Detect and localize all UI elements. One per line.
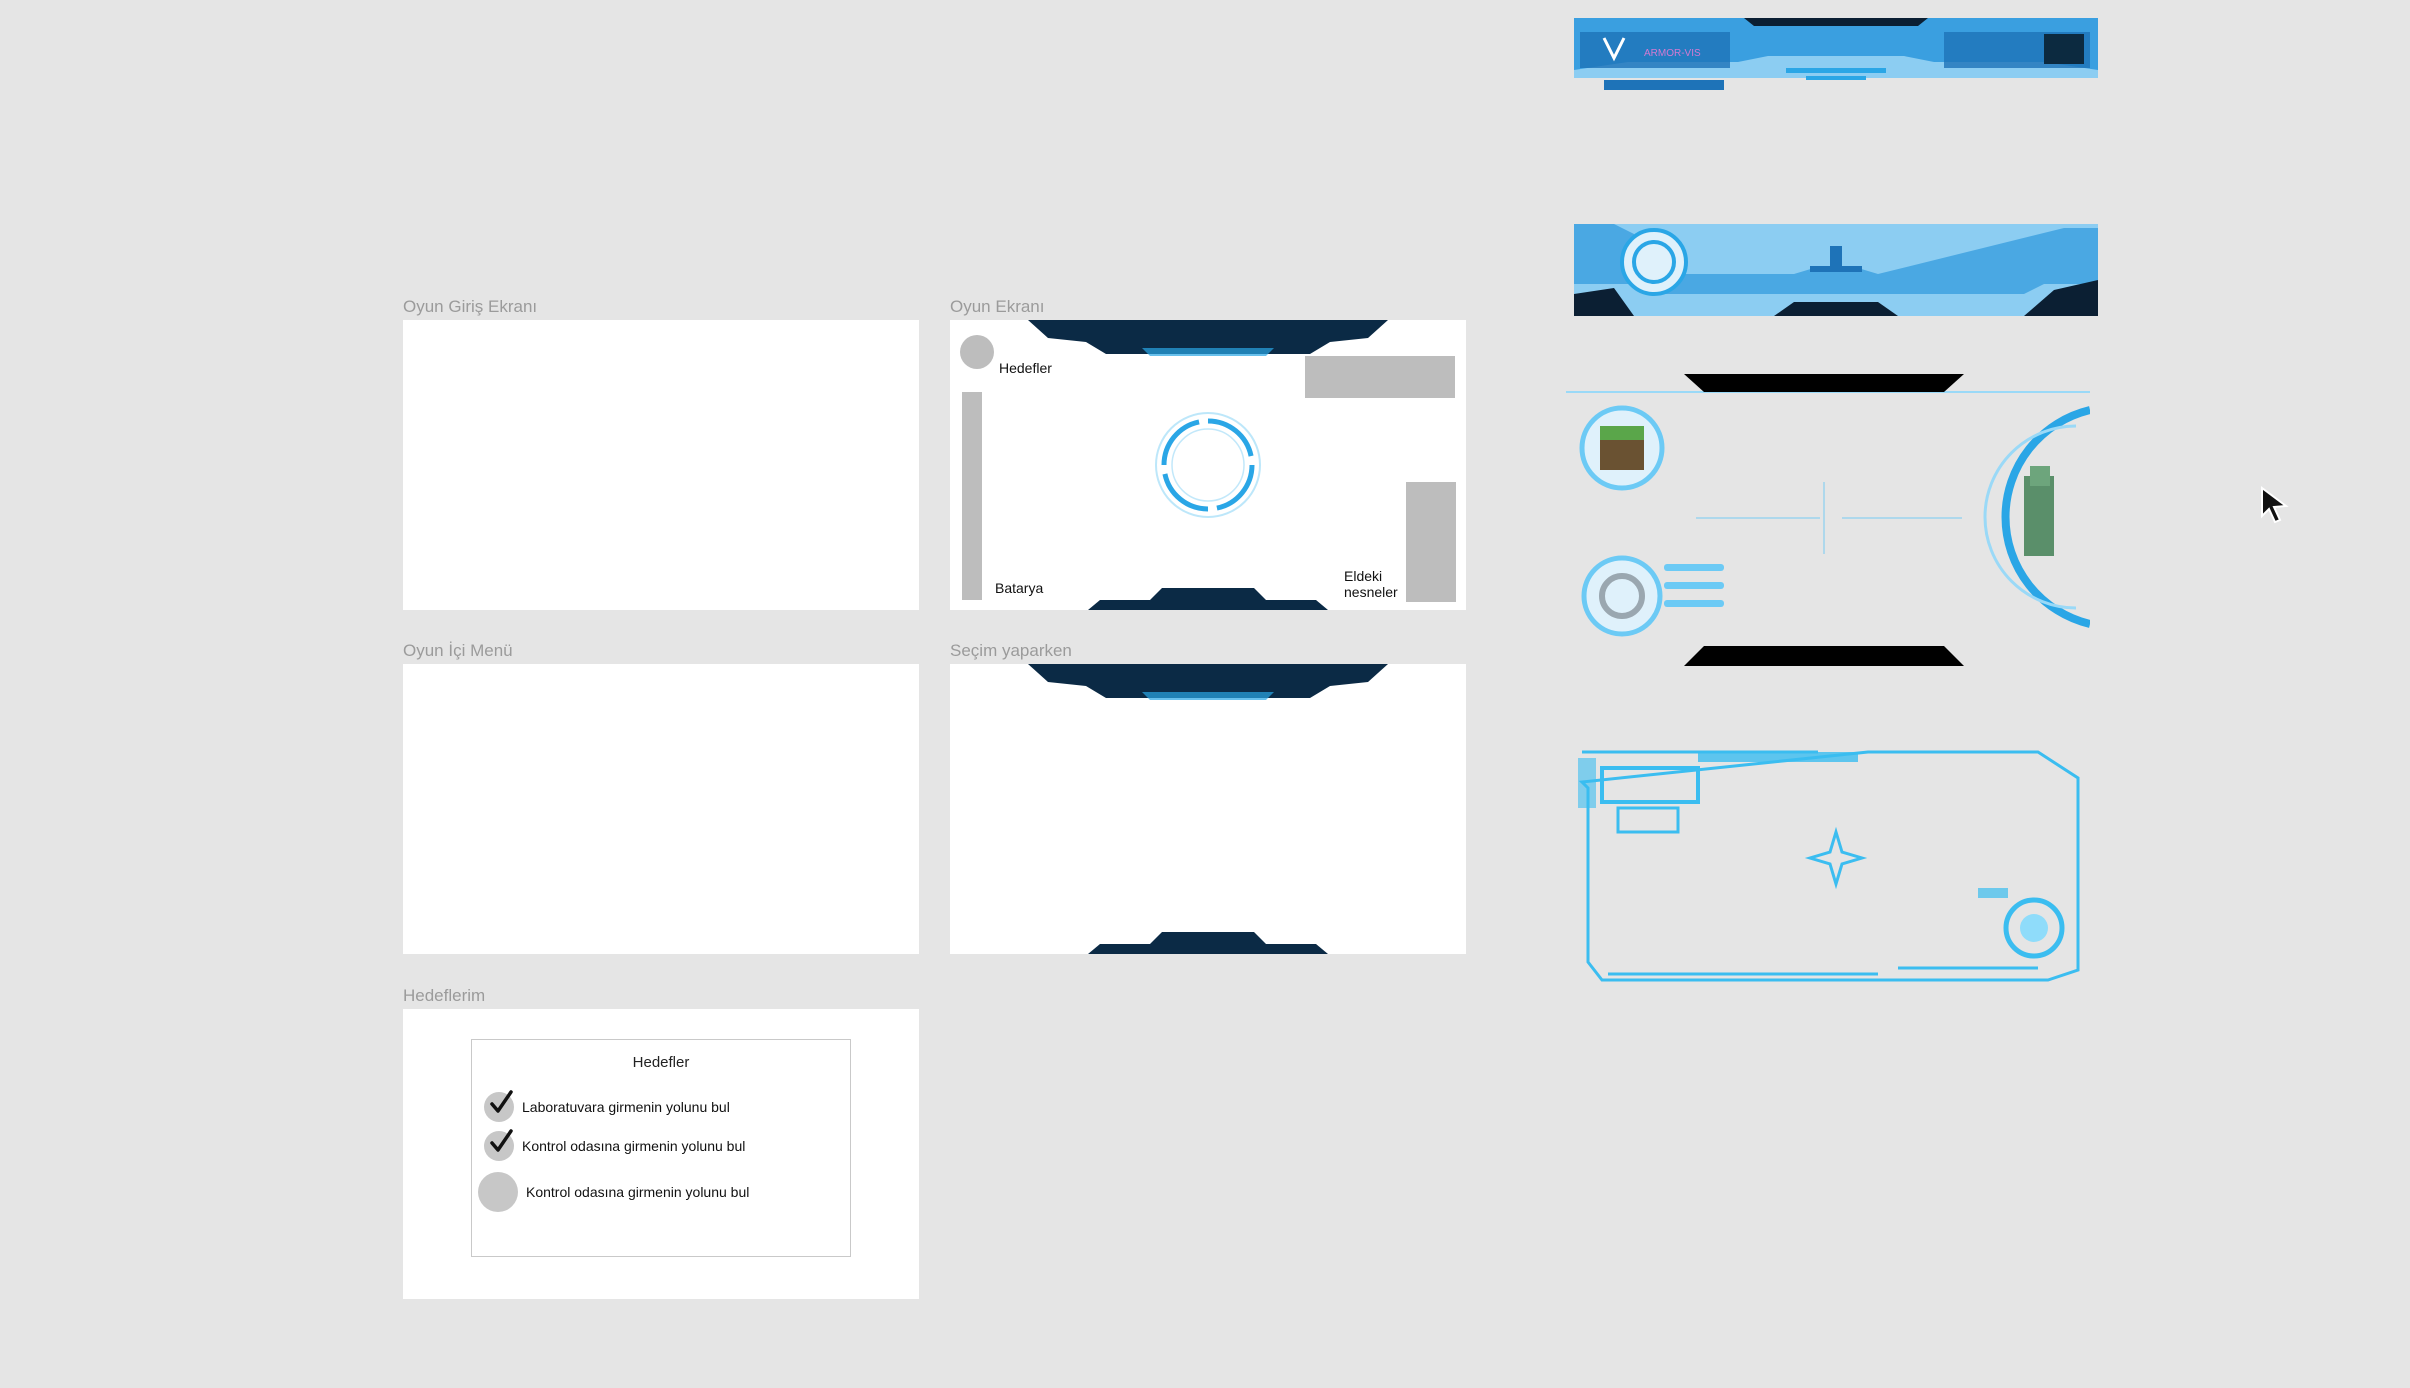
goal-text: Kontrol odasına girmenin yolunu bul <box>526 1184 750 1200</box>
frame-my-goals[interactable]: Hedefler Laboratuvara girmenin yolunu bu… <box>403 1009 919 1299</box>
checkmark-icon <box>484 1090 514 1122</box>
goal-text: Laboratuvara girmenin yolunu bul <box>522 1099 730 1115</box>
goal-item[interactable]: Laboratuvara girmenin yolunu bul <box>484 1090 730 1122</box>
goals-label: Hedefler <box>999 360 1052 376</box>
frame-game-screen[interactable]: Hedefler Batarya Eldeki nesneler <box>950 320 1466 610</box>
frame-label-in-game-menu[interactable]: Oyun İçi Menü <box>403 641 513 661</box>
battery-label: Batarya <box>995 580 1044 596</box>
held-items-label-line2: nesneler <box>1344 584 1398 600</box>
battery-bar <box>962 392 982 600</box>
hud-banner-text: ARMOR-VIS <box>1644 48 1701 59</box>
goal-text: Kontrol odasına girmenin yolunu bul <box>522 1138 746 1154</box>
hud-bottom-overlay <box>1028 859 1388 954</box>
frame-label-start-screen[interactable]: Oyun Giriş Ekranı <box>403 297 537 317</box>
goal-item[interactable]: Kontrol odasına girmenin yolunu bul <box>484 1129 746 1161</box>
hud-top-overlay <box>1008 664 1408 754</box>
goals-panel: Hedefler Laboratuvara girmenin yolunu bu… <box>471 1039 851 1257</box>
frame-label-selecting[interactable]: Seçim yaparken <box>950 641 1072 661</box>
hud-asset-frame[interactable] <box>1578 748 2082 984</box>
checkmark-icon <box>484 1129 514 1161</box>
mouse-cursor-icon <box>2261 486 2289 524</box>
pending-goal-icon <box>478 1172 518 1212</box>
frame-selecting[interactable] <box>950 664 1466 954</box>
frame-label-my-goals[interactable]: Hedeflerim <box>403 986 485 1006</box>
crosshair-icon <box>1155 412 1261 518</box>
goal-item[interactable]: Kontrol odasına girmenin yolunu bul <box>478 1172 749 1212</box>
frame-in-game-menu[interactable] <box>403 664 919 954</box>
goals-indicator-icon[interactable] <box>960 335 994 369</box>
hud-asset-bar[interactable] <box>1574 224 2098 316</box>
hud-asset-banner[interactable]: ARMOR-VIS <box>1574 18 2098 100</box>
held-items-label-line1: Eldeki <box>1344 568 1383 584</box>
goals-panel-title: Hedefler <box>632 1054 690 1071</box>
frame-label-game-screen[interactable]: Oyun Ekranı <box>950 297 1045 317</box>
hud-asset-inventory[interactable] <box>1566 366 2090 666</box>
held-items-slot <box>1406 482 1456 602</box>
top-right-placeholder <box>1305 356 1455 398</box>
frame-start-screen[interactable] <box>403 320 919 610</box>
